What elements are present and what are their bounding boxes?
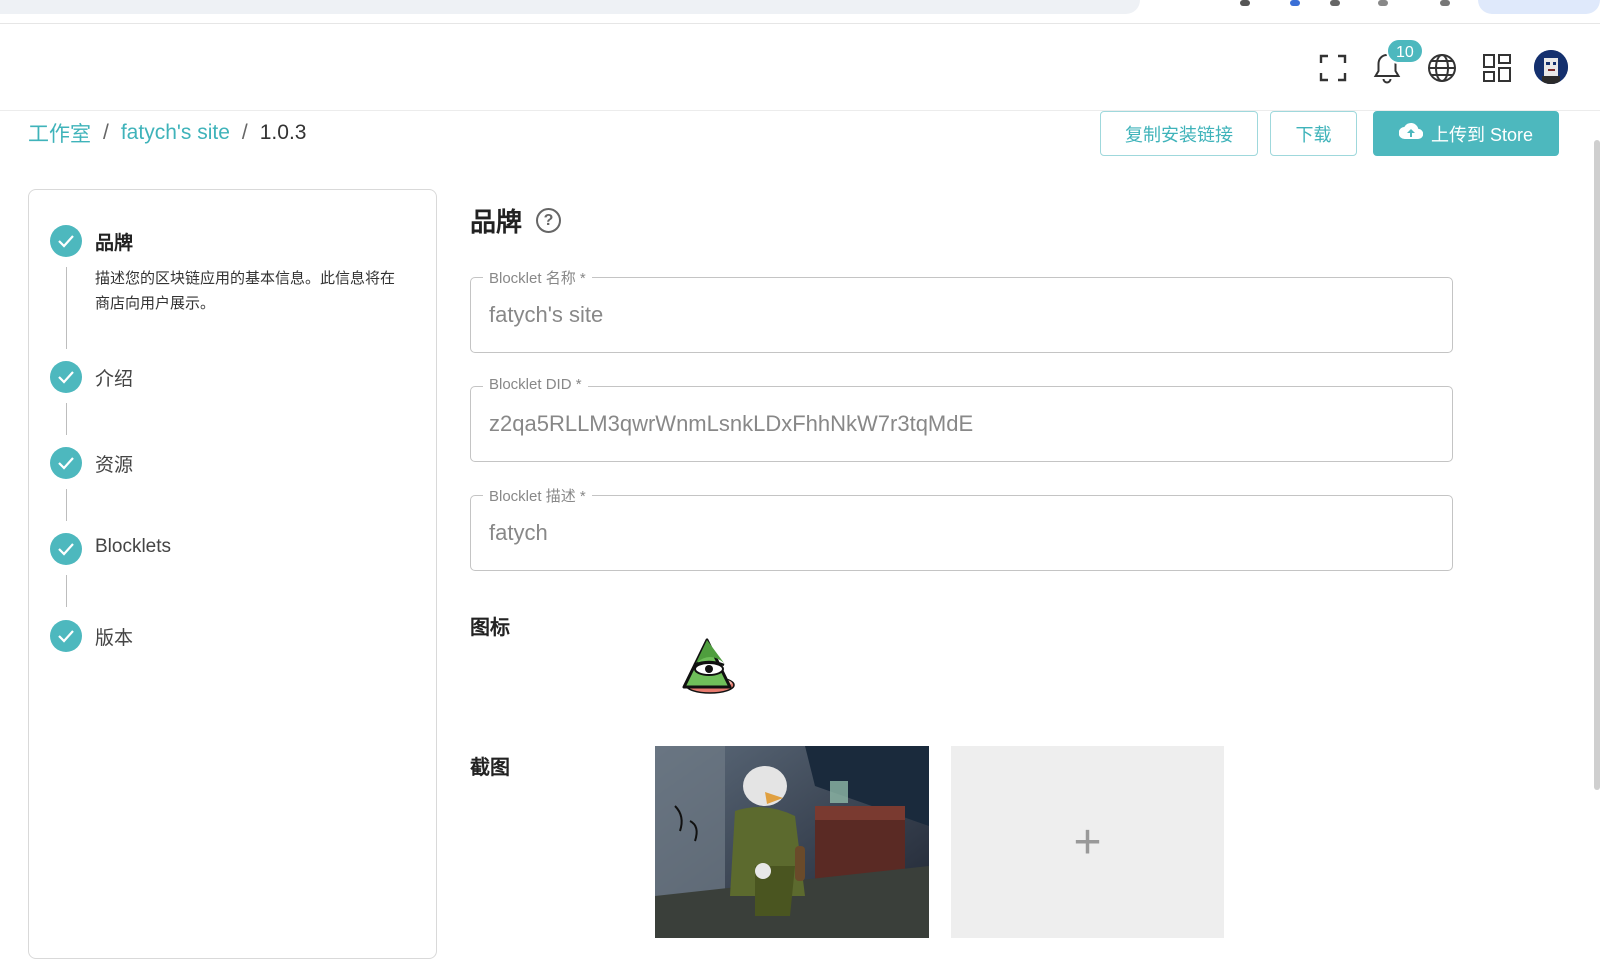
blocklet-description-field: Blocklet 描述 *	[470, 485, 1453, 571]
avatar[interactable]	[1534, 50, 1568, 84]
step-complete-check-icon[interactable]	[50, 225, 82, 257]
blocklet-did-field: Blocklet DID *	[470, 376, 1453, 462]
step-label-resources[interactable]: 资源	[95, 450, 133, 477]
upload-to-store-label: 上传到 Store	[1430, 124, 1534, 145]
add-screenshot-button[interactable]: +	[951, 746, 1224, 938]
step-connector	[66, 403, 67, 435]
step-label-blocklets[interactable]: Blocklets	[95, 536, 171, 558]
step-connector	[66, 575, 67, 607]
browser-profile-icon[interactable]	[1440, 0, 1450, 6]
breadcrumb-separator: /	[103, 121, 109, 144]
screenshot-thumbnail[interactable]	[655, 746, 929, 938]
cloud-upload-icon	[1398, 122, 1424, 145]
breadcrumb-site-link[interactable]: fatych's site	[121, 121, 230, 145]
breadcrumb-current-version: 1.0.3	[259, 121, 307, 144]
stepper-panel: 品牌 描述您的区块链应用的基本信息。此信息将在商店向用户展示。 介绍 资源 Bl…	[28, 189, 437, 959]
help-icon[interactable]: ?	[536, 208, 562, 233]
download-button[interactable]: 下载	[1270, 111, 1357, 156]
globe-icon[interactable]	[1424, 50, 1460, 86]
screenshots-section-label: 截图	[470, 757, 510, 779]
breadcrumb: 工作室 / fatych's site / 1.0.3	[28, 118, 306, 148]
browser-address-bar[interactable]	[0, 0, 1140, 14]
copy-install-link-label: 复制安装链接	[1125, 124, 1233, 145]
upload-to-store-button[interactable]: 上传到 Store	[1373, 111, 1559, 156]
download-label: 下载	[1295, 124, 1332, 145]
breadcrumb-separator: /	[241, 121, 248, 144]
step-label-brand[interactable]: 品牌	[95, 228, 133, 255]
blocklet-description-label: Blocklet 描述 *	[483, 485, 592, 506]
step-complete-check-icon[interactable]	[50, 620, 82, 652]
blocklet-did-input[interactable]	[489, 407, 1429, 441]
browser-toolbar	[0, 0, 1600, 24]
step-complete-check-icon[interactable]	[50, 533, 82, 565]
icon-section-label: 图标	[470, 617, 510, 639]
step-complete-check-icon[interactable]	[50, 361, 82, 393]
blocklet-name-label: Blocklet 名称 *	[483, 267, 592, 288]
section-title: 品牌 ?	[470, 202, 562, 239]
step-description-brand: 描述您的区块链应用的基本信息。此信息将在商店向用户展示。	[95, 270, 396, 312]
browser-extension-icon[interactable]	[1378, 0, 1388, 6]
breadcrumb-studio-link[interactable]: 工作室	[28, 118, 91, 148]
browser-extension-icon[interactable]	[1240, 0, 1250, 6]
blocklet-name-input[interactable]	[489, 298, 1429, 332]
blocklet-did-label: Blocklet DID *	[483, 376, 588, 393]
apps-grid-icon[interactable]	[1479, 50, 1515, 86]
blocklet-name-field: Blocklet 名称 *	[470, 267, 1453, 353]
browser-extension-icon[interactable]	[1290, 0, 1300, 6]
blocklet-description-input[interactable]	[489, 516, 1429, 550]
browser-extension-icon[interactable]	[1330, 0, 1340, 6]
step-connector	[66, 267, 67, 349]
browser-action-pill[interactable]	[1478, 0, 1600, 14]
step-complete-check-icon[interactable]	[50, 447, 82, 479]
step-label-intro[interactable]: 介绍	[95, 364, 133, 391]
app-header: 10	[0, 24, 1600, 111]
copy-install-link-button[interactable]: 复制安装链接	[1100, 111, 1258, 156]
page-scrollbar[interactable]	[1594, 140, 1600, 790]
step-connector	[66, 489, 67, 521]
section-title-text: 品牌	[470, 207, 523, 237]
notification-badge: 10	[1386, 38, 1424, 64]
step-label-version[interactable]: 版本	[95, 623, 133, 650]
fullscreen-icon[interactable]	[1315, 50, 1351, 86]
blocklet-logo-icon[interactable]	[678, 637, 740, 695]
